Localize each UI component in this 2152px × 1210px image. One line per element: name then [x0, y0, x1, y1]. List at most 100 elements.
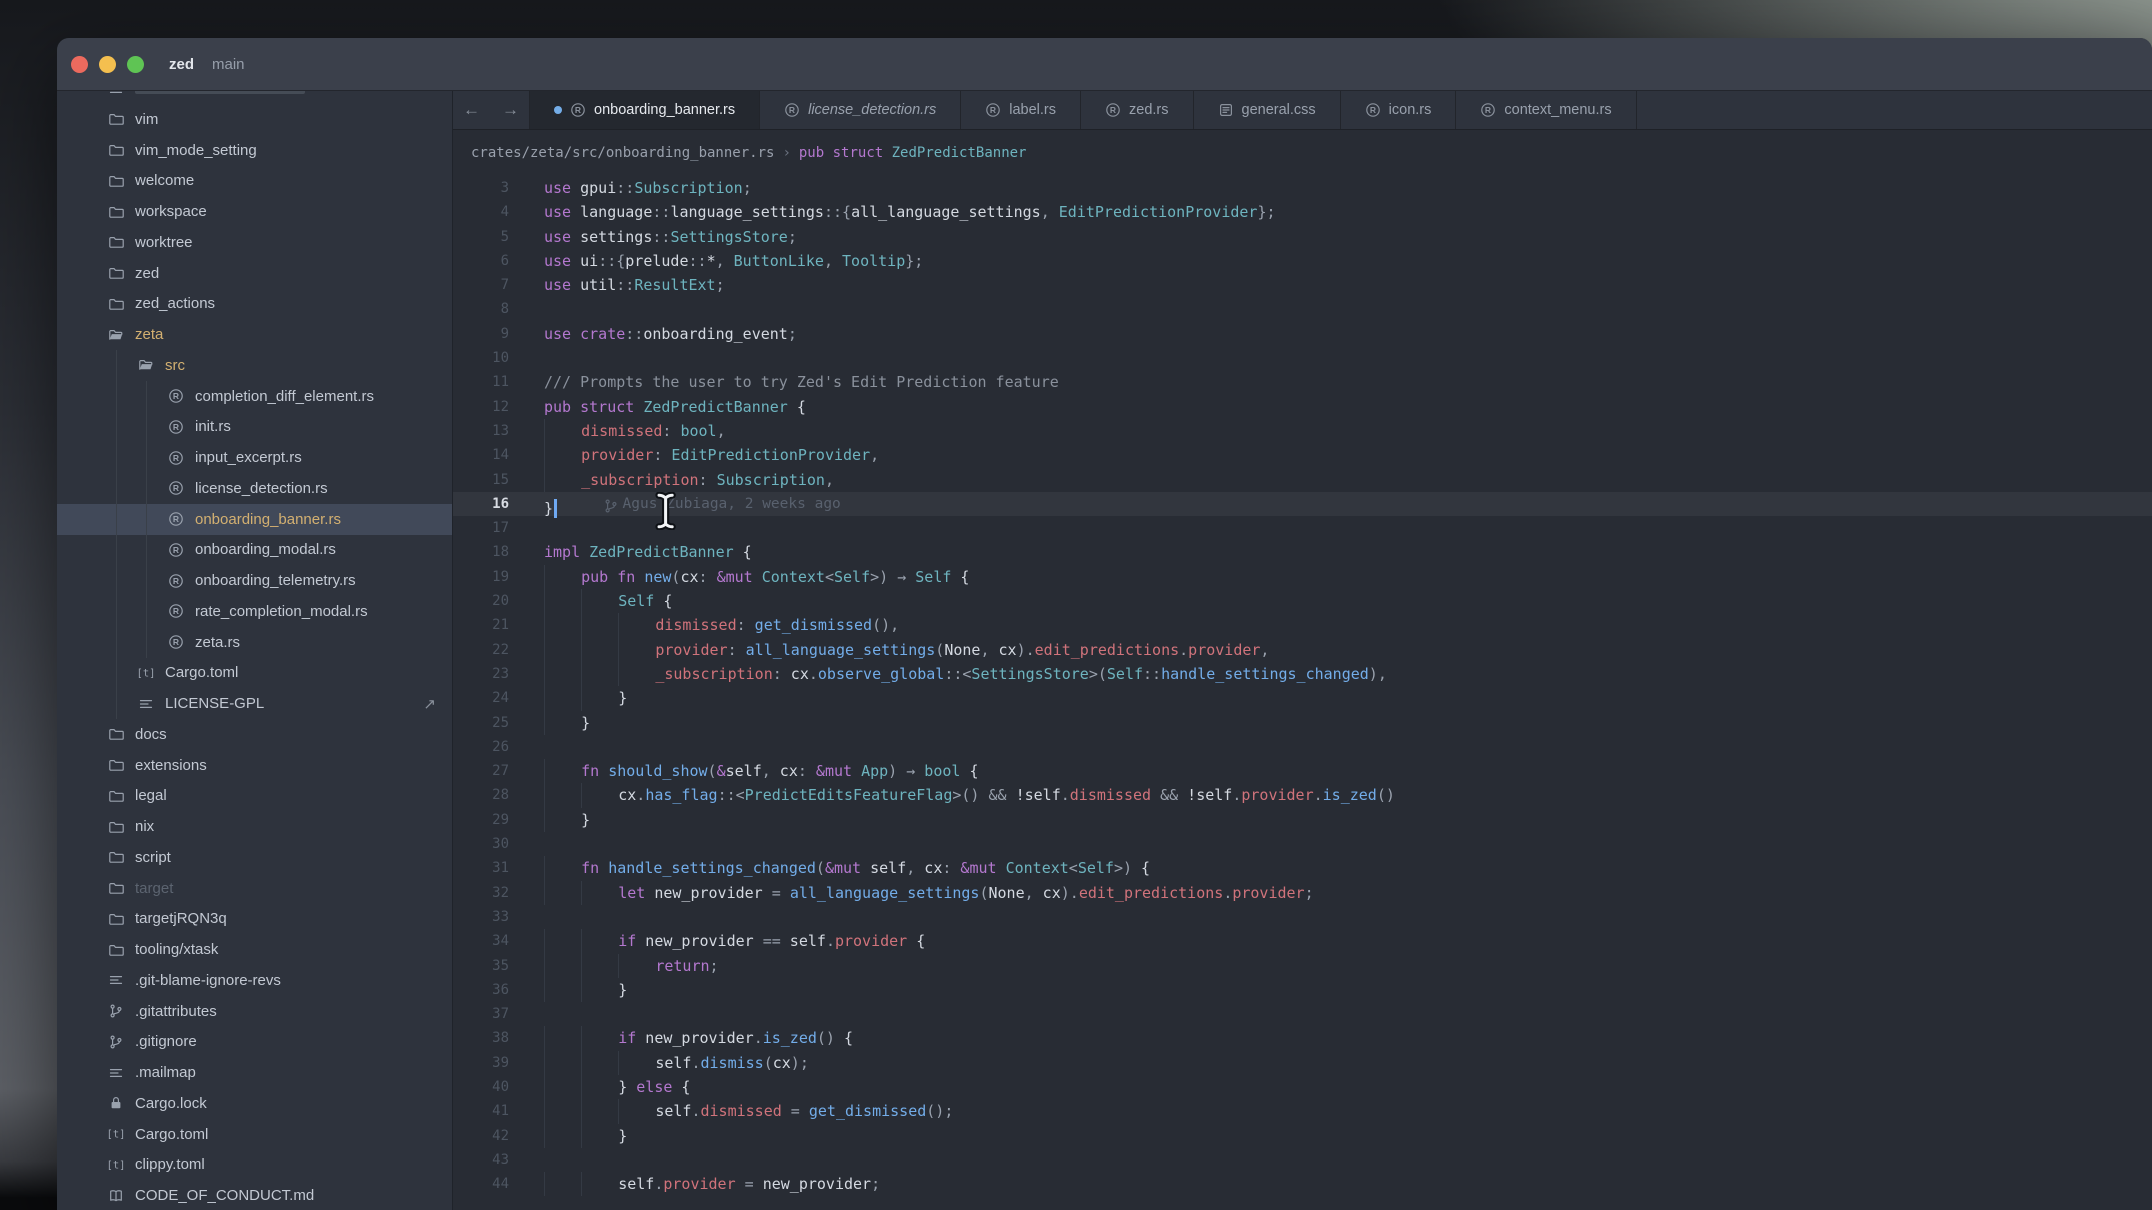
tree-item-clippy.toml[interactable]: [t]clippy.toml: [57, 1150, 452, 1181]
code-line-10[interactable]: 10: [453, 346, 2152, 370]
code-editor[interactable]: 3use gpui::Subscription;4use language::l…: [453, 176, 2152, 1210]
code-line-3[interactable]: 3use gpui::Subscription;: [453, 176, 2152, 200]
code-line-21[interactable]: 21dismissed: get_dismissed(),: [453, 613, 2152, 637]
tree-item-.git-blame-ignore-revs[interactable]: .git-blame-ignore-revs: [57, 965, 452, 996]
tab-label.rs[interactable]: Rlabel.rs: [961, 91, 1081, 129]
nav-back-button[interactable]: ←: [463, 100, 480, 120]
code-line-26[interactable]: 26: [453, 735, 2152, 759]
tab-onboarding_banner.rs[interactable]: Ronboarding_banner.rs: [530, 91, 760, 129]
tab-context_menu.rs[interactable]: Rcontext_menu.rs: [1456, 91, 1636, 129]
minimize-button[interactable]: [99, 56, 116, 73]
tree-item-docs[interactable]: docs: [57, 719, 452, 750]
tree-item-label: zed_actions: [135, 295, 215, 312]
tree-item-label: docs: [135, 726, 167, 743]
tree-item-nix[interactable]: nix: [57, 811, 452, 842]
tree-item-zeta[interactable]: zeta: [57, 319, 452, 350]
code-line-14[interactable]: 14provider: EditPredictionProvider,: [453, 443, 2152, 467]
tab-zed.rs[interactable]: Rzed.rs: [1081, 91, 1194, 129]
tree-item-label: vim: [135, 111, 158, 128]
code-line-32[interactable]: 32let new_provider = all_language_settin…: [453, 881, 2152, 905]
tree-item-script[interactable]: script: [57, 842, 452, 873]
git-branch-label[interactable]: main: [212, 56, 245, 73]
code-line-19[interactable]: 19pub fn new(cx: &mut Context<Self>) → S…: [453, 565, 2152, 589]
code-line-9[interactable]: 9use crate::onboarding_event;: [453, 322, 2152, 346]
tab-icon.rs[interactable]: Ricon.rs: [1341, 91, 1457, 129]
tree-item-workspace[interactable]: workspace: [57, 196, 452, 227]
code-line-15[interactable]: 15_subscription: Subscription,: [453, 468, 2152, 492]
zoom-button[interactable]: [127, 56, 144, 73]
code-line-4[interactable]: 4use language::language_settings::{all_l…: [453, 200, 2152, 224]
tree-item-welcome[interactable]: welcome: [57, 166, 452, 197]
svg-text:R: R: [173, 606, 179, 616]
code-line-7[interactable]: 7use util::ResultExt;: [453, 273, 2152, 297]
code-line-12[interactable]: 12pub struct ZedPredictBanner {: [453, 395, 2152, 419]
code-line-35[interactable]: 35return;: [453, 954, 2152, 978]
code-line-23[interactable]: 23_subscription: cx.observe_global::<Set…: [453, 662, 2152, 686]
tree-item-Cargo.lock[interactable]: Cargo.lock: [57, 1088, 452, 1119]
code-line-34[interactable]: 34if new_provider == self.provider {: [453, 929, 2152, 953]
tree-item-vim_mode_setting[interactable]: vim_mode_setting: [57, 135, 452, 166]
tree-item-targetjRQN3q[interactable]: targetjRQN3q: [57, 904, 452, 935]
tree-item-label: Cargo.toml: [165, 664, 238, 681]
toml-icon: [t]: [137, 664, 155, 682]
close-button[interactable]: [71, 56, 88, 73]
code-line-17[interactable]: 17: [453, 516, 2152, 540]
code-line-25[interactable]: 25}: [453, 711, 2152, 735]
code-line-30[interactable]: 30: [453, 832, 2152, 856]
code-line-36[interactable]: 36}: [453, 978, 2152, 1002]
tab-license_detection.rs[interactable]: Rlicense_detection.rs: [760, 91, 961, 129]
code-text: use ui::{prelude::*, ButtonLike, Tooltip…: [544, 249, 923, 273]
svg-text:R: R: [1370, 105, 1376, 115]
code-line-16[interactable]: 16}Agus Zubiaga, 2 weeks ago: [453, 492, 2152, 516]
line-number: 38: [453, 1026, 509, 1050]
code-text: }: [544, 686, 627, 710]
breadcrumb-symbol[interactable]: pub struct ZedPredictBanner: [799, 145, 1027, 161]
code-line-18[interactable]: 18impl ZedPredictBanner {: [453, 540, 2152, 564]
tree-item-target[interactable]: target: [57, 873, 452, 904]
code-line-43[interactable]: 43: [453, 1148, 2152, 1172]
breadcrumb[interactable]: crates/zeta/src/onboarding_banner.rs › p…: [453, 130, 2152, 176]
tree-item-partial[interactable]: [57, 91, 452, 104]
code-line-11[interactable]: 11/// Prompts the user to try Zed's Edit…: [453, 370, 2152, 394]
folder-icon: [107, 910, 125, 928]
code-line-41[interactable]: 41self.dismissed = get_dismissed();: [453, 1099, 2152, 1123]
breadcrumb-path[interactable]: crates/zeta/src/onboarding_banner.rs: [471, 145, 774, 161]
code-line-29[interactable]: 29}: [453, 808, 2152, 832]
tree-item-legal[interactable]: legal: [57, 781, 452, 812]
tree-item-label: .gitignore: [135, 1033, 197, 1050]
code-line-38[interactable]: 38 if new_provider.is_zed() {: [453, 1026, 2152, 1050]
code-line-28[interactable]: 28cx.has_flag::<PredictEditsFeatureFlag>…: [453, 783, 2152, 807]
tree-item-zed[interactable]: zed: [57, 258, 452, 289]
code-line-6[interactable]: 6use ui::{prelude::*, ButtonLike, Toolti…: [453, 249, 2152, 273]
code-line-8[interactable]: 8: [453, 297, 2152, 321]
code-line-40[interactable]: 40} else {: [453, 1075, 2152, 1099]
tree-item-vim[interactable]: vim: [57, 104, 452, 135]
title-bar[interactable]: zed main: [57, 38, 2152, 91]
code-line-33[interactable]: 33: [453, 905, 2152, 929]
code-line-13[interactable]: 13dismissed: bool,: [453, 419, 2152, 443]
tree-item-.mailmap[interactable]: .mailmap: [57, 1057, 452, 1088]
code-line-31[interactable]: 31fn handle_settings_changed(&mut self, …: [453, 856, 2152, 880]
code-line-42[interactable]: 42}: [453, 1124, 2152, 1148]
tree-item-extensions[interactable]: extensions: [57, 750, 452, 781]
line-number: 31: [453, 856, 509, 880]
code-line-5[interactable]: 5use settings::SettingsStore;: [453, 225, 2152, 249]
tree-item-Cargo.toml[interactable]: [t]Cargo.toml: [57, 1119, 452, 1150]
code-line-27[interactable]: 27fn should_show(&self, cx: &mut App) → …: [453, 759, 2152, 783]
tab-general.css[interactable]: general.css: [1194, 91, 1341, 129]
code-text: if new_provider.is_zed() {: [544, 1026, 853, 1050]
tree-item-label: zeta: [135, 326, 163, 343]
code-line-20[interactable]: 20Self {: [453, 589, 2152, 613]
tree-item-CODE_OF_CONDUCT.md[interactable]: CODE_OF_CONDUCT.md: [57, 1180, 452, 1210]
tree-item-zed_actions[interactable]: zed_actions: [57, 289, 452, 320]
code-line-24[interactable]: 24}: [453, 686, 2152, 710]
nav-forward-button[interactable]: →: [502, 100, 519, 120]
code-line-22[interactable]: 22provider: all_language_settings(None, …: [453, 638, 2152, 662]
tree-item-.gitignore[interactable]: .gitignore: [57, 1027, 452, 1058]
tree-item-tooling/xtask[interactable]: tooling/xtask: [57, 934, 452, 965]
tree-item-.gitattributes[interactable]: .gitattributes: [57, 996, 452, 1027]
code-line-44[interactable]: 44self.provider = new_provider;: [453, 1172, 2152, 1196]
tree-item-worktree[interactable]: worktree: [57, 227, 452, 258]
code-line-39[interactable]: 39self.dismiss(cx);: [453, 1051, 2152, 1075]
code-line-37[interactable]: 37: [453, 1002, 2152, 1026]
